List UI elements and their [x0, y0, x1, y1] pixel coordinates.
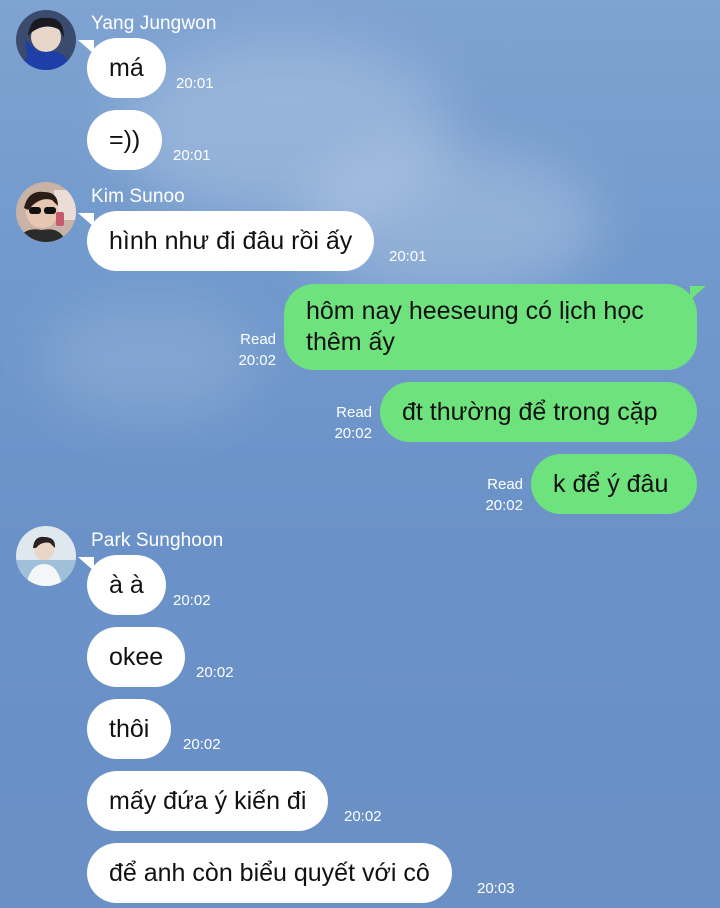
- message-bubble[interactable]: k để ý đâu: [531, 454, 697, 514]
- message-bubble[interactable]: à à: [87, 555, 166, 615]
- sender-name: Yang Jungwon: [91, 13, 217, 34]
- avatar-photo-icon: [16, 526, 76, 586]
- avatar[interactable]: [16, 182, 76, 242]
- message-bubble[interactable]: hình như đi đâu rồi ấy: [87, 211, 375, 271]
- bubble-tail: [690, 286, 706, 300]
- read-status: Read: [240, 331, 276, 348]
- message-bubble[interactable]: mấy đứa ý kiến đi: [87, 771, 329, 831]
- message-bubble[interactable]: okee: [87, 627, 186, 687]
- chat-message-list[interactable]: Yang Jungwon má 20:01 =)) 20:01 Kim Suno…: [0, 0, 720, 908]
- message-time: 20:02: [485, 497, 523, 514]
- message-time: 20:01: [389, 248, 427, 265]
- message-time: 20:02: [173, 592, 211, 609]
- message-time: 20:01: [173, 147, 211, 164]
- message-meta: Read 20:02: [238, 329, 276, 371]
- message-time: 20:02: [344, 808, 382, 825]
- message-time: 20:02: [334, 425, 372, 442]
- avatar-photo-icon: [16, 10, 76, 70]
- avatar-photo-icon: [16, 182, 76, 242]
- message-bubble[interactable]: má: [87, 38, 166, 98]
- avatar[interactable]: [16, 526, 76, 586]
- message-bubble[interactable]: thôi: [87, 699, 172, 759]
- read-status: Read: [336, 404, 372, 421]
- read-status: Read: [487, 476, 523, 493]
- message-time: 20:02: [183, 736, 221, 753]
- sender-name: Park Sunghoon: [91, 530, 224, 551]
- message-bubble[interactable]: đt thường để trong cặp: [380, 382, 697, 442]
- avatar[interactable]: [16, 10, 76, 70]
- message-time: 20:02: [238, 352, 276, 369]
- message-meta: Read 20:02: [485, 474, 523, 516]
- message-time: 20:02: [196, 664, 234, 681]
- message-bubble[interactable]: để anh còn biểu quyết với cô: [87, 843, 452, 903]
- message-bubble[interactable]: =)): [87, 110, 163, 170]
- message-bubble[interactable]: hôm nay heeseung có lịch học thêm ấy: [284, 284, 697, 370]
- message-time: 20:01: [176, 75, 214, 92]
- message-time: 20:03: [477, 880, 515, 897]
- message-meta: Read 20:02: [334, 402, 372, 444]
- sender-name: Kim Sunoo: [91, 186, 185, 207]
